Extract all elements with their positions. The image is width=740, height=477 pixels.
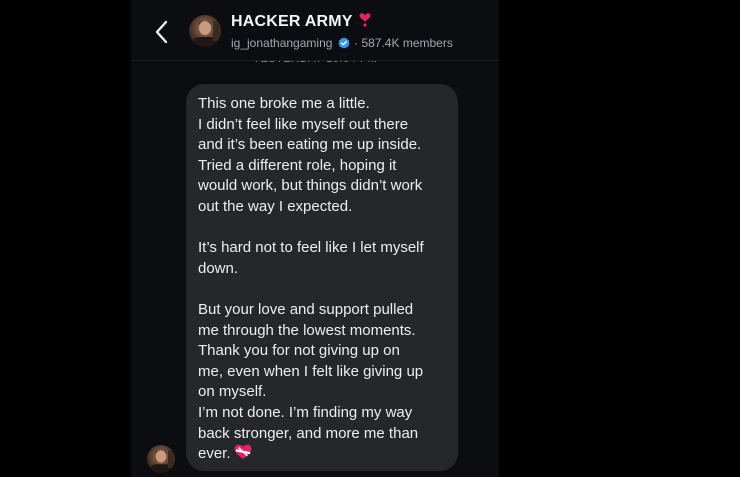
message-line: It’s hard not to feel like I let myself <box>198 239 424 257</box>
message-line: and it’s been eating me up inside. <box>198 136 422 154</box>
chat-header: HACKER ARMY ig_jonathangaming · 587.4K m… <box>131 0 499 61</box>
message-line: back stronger, and more me than <box>198 424 419 442</box>
red-exclamation-heart-icon <box>359 13 371 27</box>
group-avatar[interactable] <box>189 15 221 47</box>
group-handle[interactable]: ig_jonathangaming <box>231 36 332 50</box>
group-title: HACKER ARMY <box>231 13 353 30</box>
verified-badge-icon <box>338 37 350 49</box>
message-line: Thank you for not giving up on <box>198 342 400 360</box>
mending-heart-icon <box>234 444 251 460</box>
group-subtitle: ig_jonathangaming · 587.4K members <box>231 35 453 51</box>
message-line: me, even when I felt like giving up <box>198 362 424 380</box>
chat-screen: HACKER ARMY ig_jonathangaming · 587.4K m… <box>131 0 499 477</box>
subtitle-separator: · <box>354 35 359 50</box>
chevron-left-icon[interactable] <box>151 18 173 46</box>
sender-avatar[interactable] <box>147 445 175 473</box>
message-bubble[interactable]: This one broke me a little. I didn’t fee… <box>186 84 458 471</box>
message-line: down. <box>198 259 239 277</box>
message-line: But your love and support pulled <box>198 300 414 318</box>
message-line: on myself. <box>198 383 267 401</box>
message-line: me through the lowest moments. <box>198 321 416 339</box>
message-line: This one broke me a little. <box>198 95 370 112</box>
member-count: 587.4K members <box>361 35 453 50</box>
message-line-text: ever. <box>198 445 231 463</box>
message-line: I’m not done. I’m finding my way <box>198 403 413 421</box>
message-line-last: ever. <box>198 444 446 465</box>
message-line: would work, but things didn’t work <box>198 177 423 195</box>
group-title-row[interactable]: HACKER ARMY <box>231 13 371 33</box>
message-line: out the way I expected. <box>198 197 353 215</box>
message-line: I didn’t feel like myself out there <box>198 115 409 133</box>
message-line: Tried a different role, hoping it <box>198 156 397 174</box>
